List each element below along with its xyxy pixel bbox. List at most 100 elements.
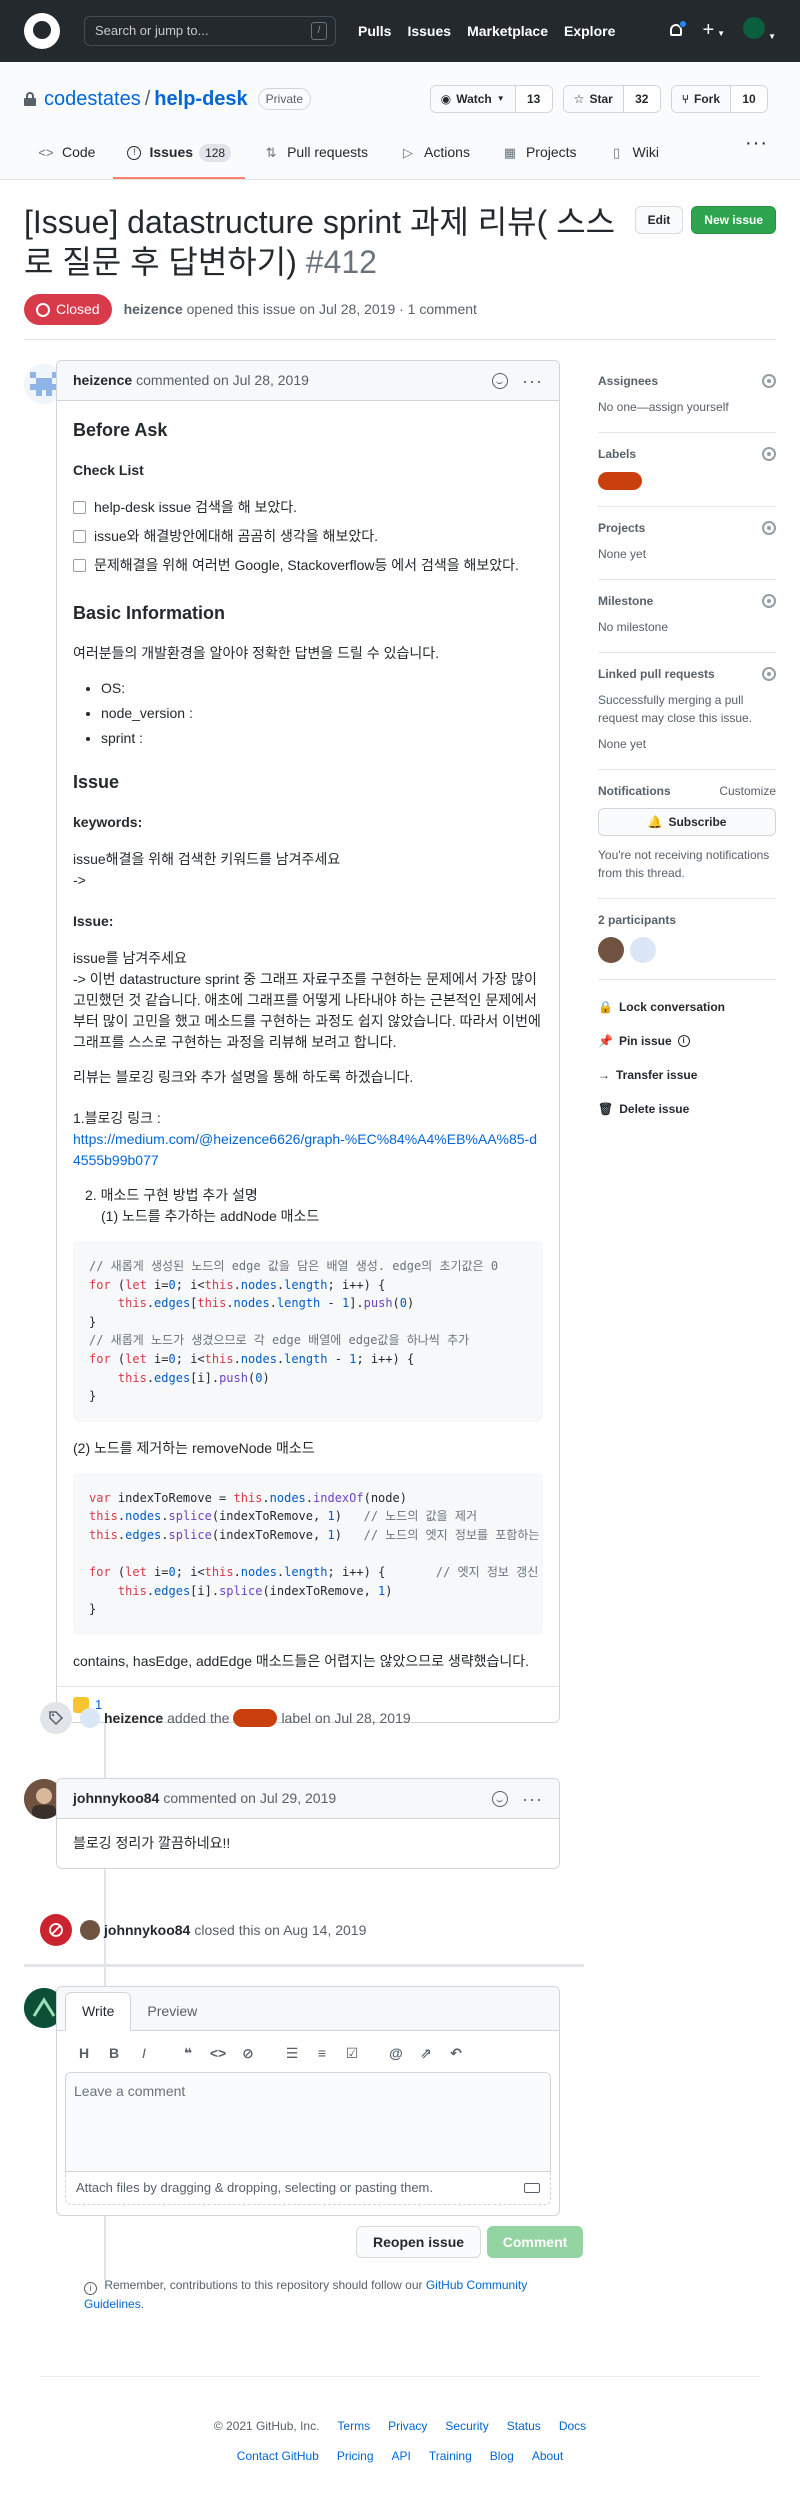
attach-files-bar[interactable]: Attach files by dragging & dropping, sel… bbox=[65, 2172, 551, 2205]
task-checkbox[interactable] bbox=[73, 530, 86, 543]
edit-title-button[interactable]: Edit bbox=[634, 206, 684, 234]
blog-link[interactable]: https://medium.com/@heizence6626/graph-%… bbox=[73, 1131, 537, 1168]
task-checkbox[interactable] bbox=[73, 559, 86, 572]
footer-link[interactable]: Docs bbox=[559, 2417, 586, 2435]
gear-icon[interactable] bbox=[762, 374, 776, 388]
add-reaction-icon[interactable] bbox=[492, 1790, 509, 1807]
unordered-list-icon[interactable]: ☰ bbox=[277, 2043, 307, 2064]
watch-count[interactable]: 13 bbox=[515, 86, 552, 112]
italic-icon[interactable]: I bbox=[129, 2043, 159, 2064]
footer-link[interactable]: Status bbox=[507, 2417, 541, 2435]
comment-author[interactable]: johnnykoo84 bbox=[73, 1788, 159, 1809]
heading-issue: Issue bbox=[73, 772, 120, 792]
tab-pull-requests[interactable]: ⇅ Pull requests bbox=[249, 134, 382, 179]
tab-code[interactable]: <> Code bbox=[24, 134, 109, 179]
nav-marketplace[interactable]: Marketplace bbox=[467, 21, 548, 42]
delete-issue-link[interactable]: 🗑 Delete issue bbox=[598, 1100, 776, 1118]
avatar[interactable] bbox=[80, 1920, 100, 1940]
gear-icon[interactable] bbox=[762, 666, 776, 681]
repo-name-link[interactable]: help-desk bbox=[154, 84, 247, 114]
fork-count[interactable]: 10 bbox=[731, 86, 767, 112]
keywords-line: issue해결을 위해 검색한 키워드를 남겨주세요 bbox=[73, 851, 341, 867]
label-badge[interactable] bbox=[598, 471, 642, 490]
label-badge[interactable] bbox=[233, 1709, 278, 1727]
tab-wiki[interactable]: ▯ Wiki bbox=[595, 134, 673, 179]
tab-actions[interactable]: ▷ Actions bbox=[386, 134, 484, 179]
customize-link[interactable]: Customize bbox=[719, 782, 776, 800]
comment-author[interactable]: heizence bbox=[73, 370, 132, 391]
footer-link[interactable]: Pricing bbox=[337, 2447, 374, 2465]
gear-icon[interactable] bbox=[762, 520, 776, 535]
footer-link[interactable]: About bbox=[532, 2447, 563, 2465]
star-button[interactable]: ☆ Star 32 bbox=[562, 85, 661, 113]
create-new-menu[interactable]: + ▼ bbox=[702, 20, 725, 42]
repo-owner-link[interactable]: codestates bbox=[44, 84, 141, 114]
subscribe-button[interactable]: 🔔 Subscribe bbox=[598, 807, 776, 836]
github-logo-icon[interactable] bbox=[24, 13, 60, 49]
gear-icon[interactable] bbox=[762, 447, 776, 461]
heading-icon[interactable]: H bbox=[69, 2043, 99, 2064]
footer-link[interactable]: Training bbox=[429, 2447, 472, 2465]
assignees-title[interactable]: Assignees bbox=[598, 372, 776, 390]
kebab-menu-icon[interactable]: ··· bbox=[522, 1790, 543, 1808]
nav-pulls[interactable]: Pulls bbox=[358, 21, 391, 42]
more-tabs-icon[interactable]: ··· bbox=[745, 133, 768, 179]
user-menu[interactable]: ▼ bbox=[743, 17, 776, 45]
footer-link[interactable]: API bbox=[392, 2447, 411, 2465]
event-author[interactable]: heizence bbox=[104, 1708, 163, 1729]
notifications-bell-icon[interactable] bbox=[668, 20, 688, 40]
search-input[interactable]: Search or jump to... / bbox=[84, 16, 336, 46]
add-reaction-icon[interactable] bbox=[492, 372, 509, 389]
milestone-title[interactable]: Milestone bbox=[598, 592, 776, 610]
link-icon[interactable]: ⊘ bbox=[233, 2043, 263, 2064]
avatar[interactable] bbox=[80, 1708, 100, 1728]
tab-projects[interactable]: ▦ Projects bbox=[488, 134, 591, 179]
footer-link[interactable]: Privacy bbox=[388, 2417, 427, 2435]
task-checkbox[interactable] bbox=[73, 501, 86, 514]
cross-reference-icon[interactable]: ⇗ bbox=[411, 2043, 441, 2064]
footer-link[interactable]: Terms bbox=[337, 2417, 370, 2435]
reply-icon[interactable]: ↶ bbox=[441, 2043, 471, 2064]
code-icon[interactable]: <> bbox=[203, 2043, 233, 2064]
footer-link[interactable]: Contact GitHub bbox=[237, 2447, 319, 2465]
event-author[interactable]: johnnykoo84 bbox=[104, 1920, 190, 1941]
task-list-icon[interactable]: ☑ bbox=[337, 2043, 367, 2064]
avatar[interactable] bbox=[630, 936, 656, 963]
watch-button[interactable]: ◉ Watch ▼ 13 bbox=[429, 85, 553, 113]
markdown-icon[interactable] bbox=[524, 2182, 540, 2193]
footer-link[interactable]: Blog bbox=[490, 2447, 514, 2465]
star-count[interactable]: 32 bbox=[623, 86, 660, 112]
tab-preview[interactable]: Preview bbox=[131, 1993, 213, 2030]
pin-issue-link[interactable]: 📌 Pin issue i bbox=[598, 1032, 776, 1050]
linked-pr-title[interactable]: Linked pull requests bbox=[598, 665, 776, 683]
info-icon: i bbox=[677, 1034, 690, 1047]
quote-icon[interactable]: ❝ bbox=[173, 2043, 203, 2064]
nav-explore[interactable]: Explore bbox=[564, 21, 615, 42]
mention-icon[interactable]: @ bbox=[381, 2043, 411, 2064]
projects-title[interactable]: Projects bbox=[598, 519, 776, 537]
footer-link[interactable]: Security bbox=[445, 2417, 488, 2435]
reopen-issue-button[interactable]: Reopen issue bbox=[356, 2226, 482, 2258]
avatar[interactable] bbox=[598, 936, 624, 963]
comment-button[interactable]: Comment bbox=[487, 2226, 584, 2258]
tab-write[interactable]: Write bbox=[65, 1992, 132, 2031]
gear-icon[interactable] bbox=[762, 593, 776, 608]
ordered-list-icon[interactable]: ≡ bbox=[307, 2043, 337, 2064]
participants-section: 2 participants bbox=[598, 899, 776, 980]
comment-time[interactable]: commented on Jul 29, 2019 bbox=[163, 1788, 336, 1809]
tab-issues[interactable]: ! Issues 128 bbox=[113, 134, 246, 179]
assignees-text[interactable]: No one—assign yourself bbox=[598, 398, 776, 416]
comment-time[interactable]: commented on Jul 28, 2019 bbox=[136, 370, 309, 391]
transfer-issue-link[interactable]: → Transfer issue bbox=[598, 1066, 776, 1084]
repo-header: codestates / help-desk Private ◉ Watch ▼ 1… bbox=[0, 62, 800, 180]
lock-conversation-link[interactable]: 🔒 Lock conversation bbox=[598, 998, 776, 1016]
close-event: johnnykoo84 closed this on Aug 14, 2019 bbox=[40, 1914, 366, 1946]
fork-button[interactable]: ⑂ Fork 10 bbox=[670, 85, 768, 113]
new-issue-button[interactable]: New issue bbox=[691, 206, 776, 234]
labels-title[interactable]: Labels bbox=[598, 445, 776, 463]
issue-author-link[interactable]: heizence bbox=[124, 301, 183, 317]
nav-issues[interactable]: Issues bbox=[407, 21, 451, 42]
kebab-menu-icon[interactable]: ··· bbox=[522, 372, 543, 390]
bold-icon[interactable]: B bbox=[99, 2043, 129, 2064]
comment-textarea[interactable]: Leave a comment bbox=[65, 2072, 551, 2172]
